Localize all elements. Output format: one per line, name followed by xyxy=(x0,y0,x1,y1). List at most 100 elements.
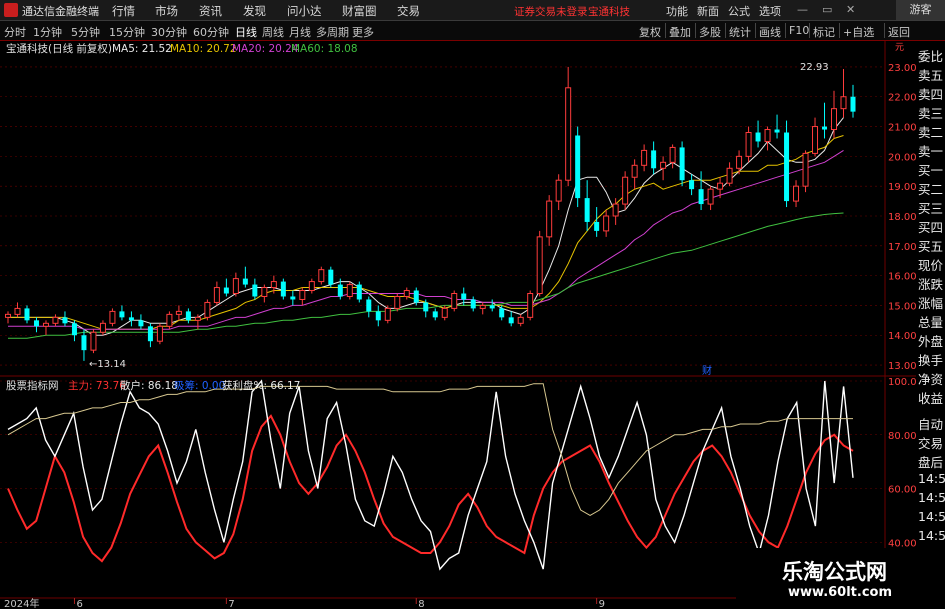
candle[interactable] xyxy=(784,120,790,208)
candle[interactable] xyxy=(375,305,381,327)
candle[interactable] xyxy=(594,207,600,237)
side-panel-label[interactable]: 交易 xyxy=(918,433,943,452)
candle[interactable] xyxy=(185,308,191,324)
candle[interactable] xyxy=(726,162,733,187)
candle[interactable] xyxy=(517,314,524,327)
candle[interactable] xyxy=(802,150,809,193)
candle[interactable] xyxy=(679,141,685,187)
candle[interactable] xyxy=(470,296,476,312)
candle[interactable] xyxy=(223,278,229,297)
period-5min[interactable]: 5分钟 xyxy=(71,24,100,40)
guest-login-button[interactable]: 游客 xyxy=(896,0,945,20)
menu-formula[interactable]: 公式 xyxy=(728,3,750,19)
candle[interactable] xyxy=(232,272,239,297)
menu-news[interactable]: 资讯 xyxy=(199,3,222,19)
candle[interactable] xyxy=(366,296,372,318)
tool-multi-stock[interactable]: 多股 xyxy=(699,24,721,40)
candle[interactable] xyxy=(175,305,182,321)
side-panel-label[interactable]: 盘后 xyxy=(918,452,943,471)
candle[interactable] xyxy=(328,266,334,288)
menu-options[interactable]: 选项 xyxy=(759,3,781,19)
candle[interactable] xyxy=(81,329,87,361)
tool-draw[interactable]: 画线 xyxy=(759,24,781,40)
candle[interactable] xyxy=(707,186,714,211)
menu-quotes[interactable]: 行情 xyxy=(112,3,135,19)
candle[interactable] xyxy=(280,278,286,300)
tool-overlay[interactable]: 叠加 xyxy=(669,24,691,40)
candle[interactable] xyxy=(394,293,401,312)
candle[interactable] xyxy=(745,126,752,163)
candle[interactable] xyxy=(603,210,610,237)
candle[interactable] xyxy=(213,281,220,306)
close-icon[interactable]: ✕ xyxy=(846,3,855,16)
candle[interactable] xyxy=(71,320,77,342)
candle[interactable] xyxy=(736,150,743,175)
period-1min[interactable]: 1分钟 xyxy=(33,24,62,40)
candle[interactable] xyxy=(109,308,116,327)
period-more[interactable]: 更多 xyxy=(352,24,374,40)
restore-icon[interactable]: ▭ xyxy=(822,3,832,16)
candle[interactable] xyxy=(812,117,819,157)
candle[interactable] xyxy=(156,323,163,345)
candle[interactable] xyxy=(5,311,11,324)
candle[interactable] xyxy=(575,126,581,208)
candle[interactable] xyxy=(822,102,828,139)
candle[interactable] xyxy=(651,141,657,175)
candle[interactable] xyxy=(242,266,248,288)
candle[interactable] xyxy=(755,120,761,148)
candle[interactable] xyxy=(641,144,648,172)
candle[interactable] xyxy=(631,159,638,190)
candle[interactable] xyxy=(147,323,153,348)
candle[interactable] xyxy=(308,278,315,294)
candle[interactable] xyxy=(508,311,514,327)
candle[interactable] xyxy=(669,144,676,169)
side-panel-label[interactable]: 自动 xyxy=(918,414,943,433)
login-warning[interactable]: 证券交易未登录 xyxy=(514,4,588,19)
menu-market[interactable]: 市场 xyxy=(155,3,178,19)
period-monthly[interactable]: 月线 xyxy=(289,24,311,40)
candle[interactable] xyxy=(555,174,562,211)
candle[interactable] xyxy=(166,311,173,330)
menu-trade[interactable]: 交易 xyxy=(397,3,420,19)
candle[interactable] xyxy=(204,299,211,321)
menu-function[interactable]: 功能 xyxy=(666,3,688,19)
period-multi[interactable]: 多周期 xyxy=(316,24,349,40)
menu-discover[interactable]: 发现 xyxy=(243,3,266,19)
candle[interactable] xyxy=(14,302,21,318)
candle[interactable] xyxy=(290,290,296,306)
candle[interactable] xyxy=(119,305,125,321)
candle[interactable] xyxy=(356,281,362,303)
candle[interactable] xyxy=(689,174,695,196)
candle[interactable] xyxy=(24,305,30,324)
candle[interactable] xyxy=(565,66,572,187)
candle[interactable] xyxy=(764,126,771,151)
candle[interactable] xyxy=(42,320,49,336)
candle[interactable] xyxy=(252,278,258,300)
period-60min[interactable]: 60分钟 xyxy=(193,24,229,40)
tool-stats[interactable]: 统计 xyxy=(729,24,751,40)
period-timeshare[interactable]: 分时 xyxy=(4,24,26,40)
candle[interactable] xyxy=(128,311,134,327)
tool-adjust[interactable]: 复权 xyxy=(639,24,661,40)
candle[interactable] xyxy=(261,284,268,303)
tool-mark[interactable]: 标记 xyxy=(813,24,835,40)
candle[interactable] xyxy=(432,308,438,321)
candle[interactable] xyxy=(33,317,39,333)
menu-xiaoda[interactable]: 问小达 xyxy=(287,3,322,19)
finance-marker[interactable]: 财 xyxy=(702,364,712,377)
candle[interactable] xyxy=(138,314,144,330)
candle[interactable] xyxy=(584,180,590,231)
period-daily[interactable]: 日线 xyxy=(235,24,257,40)
candle[interactable] xyxy=(527,290,534,321)
candle[interactable] xyxy=(793,180,800,208)
tool-back[interactable]: 返回 xyxy=(888,24,910,40)
period-30min[interactable]: 30分钟 xyxy=(151,24,187,40)
menu-wealth[interactable]: 财富圈 xyxy=(342,3,377,19)
kline-chart[interactable]: 23.00 22.00 21.00 20.00 19.00 18.00 17.00 16.00… xyxy=(0,41,916,609)
candle[interactable] xyxy=(479,302,486,315)
tool-f10[interactable]: F10 xyxy=(789,24,809,37)
candle[interactable] xyxy=(62,311,68,327)
candle[interactable] xyxy=(660,156,667,181)
candle[interactable] xyxy=(318,266,325,285)
candle[interactable] xyxy=(698,171,704,211)
